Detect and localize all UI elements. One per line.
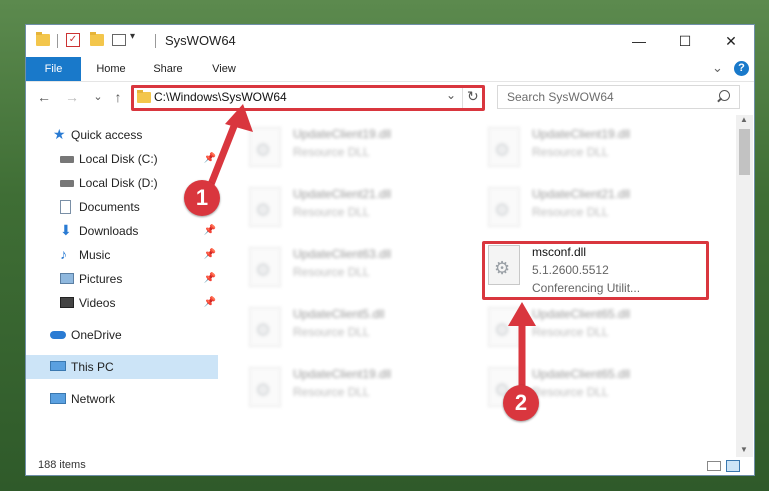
step-1-badge: 1 [184,180,220,216]
arrow-1-shaft [204,112,242,196]
arrow-2-head [508,302,536,326]
annotation-arrows [204,104,536,394]
step-2-badge: 2 [503,385,539,421]
arrow-1-head [225,104,253,132]
